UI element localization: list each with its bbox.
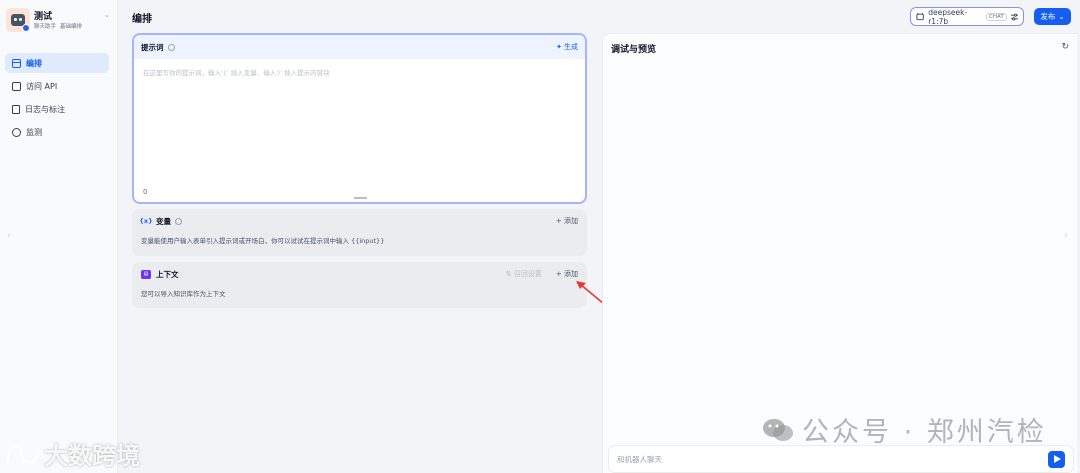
- document-icon: [12, 104, 20, 114]
- context-section: ▤ 上下文 ⇅ 召回设置 + 添加 您可以导入知识库作为上下文: [132, 262, 587, 308]
- sidebar-item-logs[interactable]: 日志与标注: [5, 99, 109, 119]
- help-icon[interactable]: [167, 43, 175, 51]
- wechat-logo-icon: [763, 418, 793, 441]
- variables-section: {x} 变量 + 添加 变量能使用户输入表单引入提示词或开场白，你可以试试在提示…: [132, 209, 587, 256]
- gauge-icon: [12, 127, 21, 137]
- terminal-icon: [12, 81, 21, 91]
- variables-description: 变量能使用户输入表单引入提示词或开场白，你可以试试在提示词中输入 {{input…: [141, 237, 385, 245]
- add-variable-button[interactable]: + 添加: [556, 216, 578, 226]
- publish-label: 发布: [1040, 12, 1056, 21]
- chat-input[interactable]: [617, 454, 1048, 464]
- chevron-left-icon: ‹: [7, 230, 11, 241]
- help-icon[interactable]: [175, 217, 182, 225]
- sidebar: 测试 聊天助手 基础编排 ⌄ 编排 访问 API 日志与标注 监测: [0, 0, 118, 473]
- sparkle-icon: ✦: [556, 43, 562, 51]
- layout-icon: [12, 58, 21, 68]
- char-count: 0: [143, 188, 148, 196]
- variable-braces-icon: {x}: [139, 217, 153, 225]
- refresh-icon[interactable]: ↻: [1061, 42, 1069, 52]
- preview-title: 调试与预览: [611, 45, 657, 55]
- context-description: 您可以导入知识库作为上下文: [141, 290, 226, 298]
- app-switcher[interactable]: 测试 聊天助手 基础编排 ⌄: [6, 8, 112, 34]
- add-context-button[interactable]: + 添加: [556, 269, 578, 279]
- sidebar-item-label: 编排: [26, 58, 42, 68]
- debug-preview-panel: 调试与预览 ↻: [602, 33, 1077, 473]
- add-label: 添加: [564, 270, 578, 278]
- sidebar-item-label: 访问 API: [26, 81, 58, 91]
- generate-button[interactable]: ✦ 生成: [556, 42, 578, 52]
- send-icon: [1053, 455, 1061, 463]
- sidebar-nav: 编排 访问 API 日志与标注 监测: [5, 53, 109, 145]
- resize-handle[interactable]: [354, 197, 367, 199]
- variables-title: 变量: [156, 216, 171, 226]
- model-mode-badge: CHAT: [986, 12, 1007, 21]
- sidebar-item-label: 日志与标注: [25, 104, 65, 114]
- sidebar-item-label: 监测: [26, 127, 42, 137]
- wechat-account-name: 公众号 · 郑州汽检: [802, 417, 1047, 448]
- model-name: deepseek-r1:7b: [928, 7, 968, 26]
- document-icon: ▤: [141, 269, 151, 279]
- app-avatar: [6, 8, 30, 32]
- context-title: 上下文: [156, 269, 179, 279]
- publish-button[interactable]: 发布 ⌄: [1034, 8, 1071, 25]
- model-selector[interactable]: deepseek-r1:7b CHAT: [910, 7, 1024, 26]
- chevron-down-icon[interactable]: ⌄: [104, 11, 110, 19]
- brand-logo-icon: [6, 444, 40, 463]
- sidebar-item-api[interactable]: 访问 API: [5, 76, 109, 96]
- page-title: 编排: [132, 14, 152, 25]
- prompt-textarea[interactable]: 在这里写你的提示词，输入'{' 插入变量、输入'/' 插入提示内容块: [134, 59, 585, 85]
- sidebar-item-orchestrate[interactable]: 编排: [5, 53, 109, 73]
- chevron-down-icon: ⌄: [1058, 12, 1065, 21]
- corner-watermark: 大数跨境: [6, 436, 140, 471]
- add-label: 添加: [564, 217, 578, 225]
- recall-label: 召回设置: [513, 270, 542, 278]
- corner-watermark-text: 大数跨境: [44, 442, 140, 470]
- app-name: 测试: [34, 12, 53, 22]
- generate-label: 生成: [564, 43, 578, 51]
- app-tag-mode: 基础编排: [60, 24, 83, 30]
- prompt-editor: 提示词 ✦ 生成 在这里写你的提示词，输入'{' 插入变量、输入'/' 插入提示…: [132, 33, 587, 204]
- settings-sliders-icon[interactable]: [1010, 13, 1018, 21]
- prompt-title: 提示词: [141, 42, 164, 52]
- sidebar-item-monitor[interactable]: 监测: [5, 122, 109, 142]
- app-tag-type: 聊天助手: [34, 24, 57, 30]
- recall-settings-button[interactable]: ⇅ 召回设置: [506, 269, 542, 279]
- robot-icon: [916, 12, 924, 21]
- send-button[interactable]: [1048, 450, 1065, 468]
- chat-input-box: [608, 445, 1074, 473]
- chevron-right-icon: ›: [1064, 230, 1068, 241]
- wechat-watermark: 公众号 · 郑州汽检: [762, 410, 1047, 449]
